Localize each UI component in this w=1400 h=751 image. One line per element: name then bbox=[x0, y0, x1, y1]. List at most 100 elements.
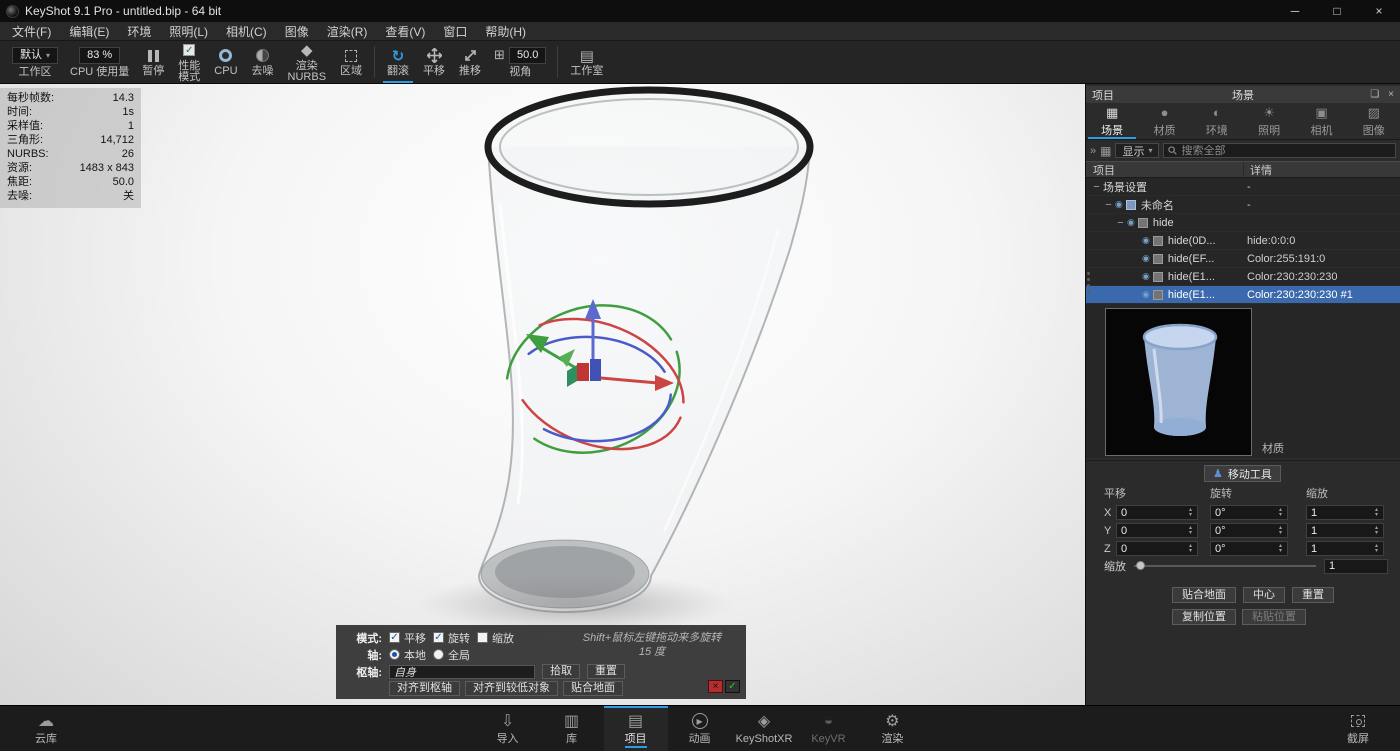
local-radio[interactable]: 本地 bbox=[389, 647, 426, 663]
menu-image[interactable]: 图像 bbox=[276, 23, 318, 40]
chevrons-icon[interactable]: » bbox=[1090, 145, 1096, 157]
tab-image[interactable]: ▨ 图像 bbox=[1348, 103, 1400, 139]
spinner-arrows-icon[interactable]: ▴▾ bbox=[1276, 508, 1285, 518]
visibility-eye-icon[interactable]: ◉ bbox=[1115, 199, 1123, 210]
slider-thumb[interactable] bbox=[1136, 561, 1145, 570]
cpu-button[interactable]: CPU bbox=[207, 41, 244, 83]
maximize-button[interactable]: □ bbox=[1316, 0, 1358, 22]
scale-y-input[interactable]: 1▴▾ bbox=[1306, 523, 1384, 538]
expander-icon[interactable]: − bbox=[1102, 199, 1115, 211]
menu-render[interactable]: 渲染(R) bbox=[318, 23, 377, 40]
rotate-x-input[interactable]: 0°▴▾ bbox=[1210, 505, 1288, 520]
tumble-button[interactable]: ↻ 翻滚 bbox=[380, 41, 416, 83]
tree-row-group[interactable]: − ◉ hide bbox=[1086, 214, 1400, 232]
scale-checkbox[interactable]: 缩放 bbox=[477, 630, 514, 646]
pick-button[interactable]: 拾取 bbox=[542, 664, 580, 679]
viewport-3d[interactable]: 每秒帧数:14.3 时间:1s 采样值:1 三角形:14,712 NURBS:2… bbox=[0, 84, 1085, 705]
render-nurbs-button[interactable]: ◆ 渲染NURBS bbox=[281, 41, 334, 83]
rotate-y-input[interactable]: 0°▴▾ bbox=[1210, 523, 1288, 538]
center-button[interactable]: 中心 bbox=[1243, 587, 1285, 603]
menu-view[interactable]: 查看(V) bbox=[376, 23, 434, 40]
rotate-z-input[interactable]: 0°▴▾ bbox=[1210, 541, 1288, 556]
scale-slider-value-input[interactable] bbox=[1324, 559, 1388, 574]
keyshotxr-button[interactable]: ◈ KeyShotXR bbox=[732, 706, 797, 751]
import-button[interactable]: ⇩ 导入 bbox=[476, 706, 540, 751]
spinner-arrows-icon[interactable]: ▴▾ bbox=[1186, 508, 1195, 518]
spinner-arrows-icon[interactable]: ▴▾ bbox=[1186, 526, 1195, 536]
float-panel-icon[interactable]: ❏ bbox=[1370, 89, 1379, 100]
region-button[interactable]: 区域 bbox=[333, 41, 369, 83]
paste-position-button[interactable]: 粘贴位置 bbox=[1242, 609, 1306, 625]
animation-button[interactable]: ▶ 动画 bbox=[668, 706, 732, 751]
tree-row-scene-settings[interactable]: − 场景设置 - bbox=[1086, 178, 1400, 196]
project-button[interactable]: ▤ 项目 bbox=[604, 706, 668, 751]
tab-material[interactable]: ● 材质 bbox=[1138, 103, 1190, 139]
scale-z-input[interactable]: 1▴▾ bbox=[1306, 541, 1384, 556]
menu-camera[interactable]: 相机(C) bbox=[217, 23, 276, 40]
panel-splitter-handle[interactable] bbox=[1087, 272, 1090, 293]
transform-gizmo[interactable] bbox=[455, 279, 735, 489]
column-item[interactable]: 项目 bbox=[1086, 162, 1244, 177]
move-tool-header-button[interactable]: ♟ 移动工具 bbox=[1204, 465, 1281, 482]
denoise-button[interactable]: 去噪 bbox=[245, 41, 281, 83]
translate-x-input[interactable]: 0▴▾ bbox=[1116, 505, 1198, 520]
cloud-library-button[interactable]: ☁ 云库 bbox=[14, 706, 78, 751]
rotate-checkbox[interactable]: ✓旋转 bbox=[433, 630, 470, 646]
tree-row-part[interactable]: ◉ hide(EF... Color:255:191:0 bbox=[1086, 250, 1400, 268]
list-view-icon[interactable]: ▦ bbox=[1100, 144, 1111, 158]
keyvr-button[interactable]: ◒ KeyVR bbox=[796, 706, 860, 751]
spinner-arrows-icon[interactable]: ▴▾ bbox=[1276, 526, 1285, 536]
close-panel-icon[interactable]: × bbox=[1388, 89, 1394, 100]
align-to-pivot-button[interactable]: 对齐到枢轴 bbox=[389, 681, 460, 696]
scale-x-input[interactable]: 1▴▾ bbox=[1306, 505, 1384, 520]
tab-lighting[interactable]: ☀ 照明 bbox=[1243, 103, 1295, 139]
workspace-selector[interactable]: 默认▾ 工作区 bbox=[6, 41, 64, 83]
render-button[interactable]: ⚙ 渲染 bbox=[860, 706, 924, 751]
spinner-arrows-icon[interactable]: ▴▾ bbox=[1186, 544, 1195, 554]
reset-pivot-button[interactable]: 重置 bbox=[587, 664, 625, 679]
tree-row-part[interactable]: ◉ hide(E1... Color:230:230:230 bbox=[1086, 268, 1400, 286]
library-button[interactable]: ▥ 库 bbox=[540, 706, 604, 751]
reset-button[interactable]: 重置 bbox=[1292, 587, 1334, 603]
visibility-eye-icon[interactable]: ◉ bbox=[1142, 289, 1150, 300]
fov-control[interactable]: ⊞50.0 视角 bbox=[488, 41, 552, 83]
menu-edit[interactable]: 编辑(E) bbox=[60, 23, 118, 40]
tab-camera[interactable]: ▣ 相机 bbox=[1295, 103, 1347, 139]
visibility-eye-icon[interactable]: ◉ bbox=[1142, 271, 1150, 282]
minimize-button[interactable]: ─ bbox=[1274, 0, 1316, 22]
translate-y-input[interactable]: 0▴▾ bbox=[1116, 523, 1198, 538]
column-detail[interactable]: 详情 bbox=[1244, 162, 1272, 178]
pivot-input[interactable] bbox=[389, 665, 535, 679]
spinner-arrows-icon[interactable]: ▴▾ bbox=[1372, 508, 1381, 518]
tree-row-part-selected[interactable]: ◉ hide(E1... Color:230:230:230 #1 bbox=[1086, 286, 1400, 304]
dolly-button[interactable]: 推移 bbox=[452, 41, 488, 83]
show-filter-button[interactable]: 显示 ▾ bbox=[1115, 143, 1159, 158]
menu-file[interactable]: 文件(F) bbox=[3, 23, 60, 40]
pause-button[interactable]: 暂停 bbox=[135, 41, 171, 83]
studio-button[interactable]: ▤ 工作室 bbox=[563, 41, 610, 83]
tab-scene[interactable]: ▦ 场景 bbox=[1086, 103, 1138, 139]
spinner-arrows-icon[interactable]: ▴▾ bbox=[1372, 544, 1381, 554]
visibility-eye-icon[interactable]: ◉ bbox=[1142, 235, 1150, 246]
tree-row-model[interactable]: − ◉ 未命名 - bbox=[1086, 196, 1400, 214]
align-to-lower-button[interactable]: 对齐到较低对象 bbox=[465, 681, 558, 696]
search-input[interactable] bbox=[1181, 145, 1391, 157]
menu-lighting[interactable]: 照明(L) bbox=[160, 23, 217, 40]
pan-button[interactable]: 平移 bbox=[416, 41, 452, 83]
global-radio[interactable]: 全局 bbox=[433, 647, 470, 663]
tree-row-part[interactable]: ◉ hide(0D... hide:0:0:0 bbox=[1086, 232, 1400, 250]
close-button[interactable]: × bbox=[1358, 0, 1400, 22]
visibility-eye-icon[interactable]: ◉ bbox=[1142, 253, 1150, 264]
translate-checkbox[interactable]: ✓平移 bbox=[389, 630, 426, 646]
expander-icon[interactable]: − bbox=[1090, 181, 1103, 193]
material-section-label[interactable]: 材质 bbox=[1262, 440, 1284, 456]
visibility-eye-icon[interactable]: ◉ bbox=[1127, 217, 1135, 228]
screenshot-button[interactable]: 截屏 bbox=[1326, 706, 1390, 751]
cpu-usage-selector[interactable]: 83 % CPU 使用量 bbox=[64, 41, 135, 83]
translate-z-input[interactable]: 0▴▾ bbox=[1116, 541, 1198, 556]
snap-to-ground-button[interactable]: 贴合地面 bbox=[1172, 587, 1236, 603]
spinner-arrows-icon[interactable]: ▴▾ bbox=[1276, 544, 1285, 554]
tab-environment[interactable]: ◐ 环境 bbox=[1191, 103, 1243, 139]
spinner-arrows-icon[interactable]: ▴▾ bbox=[1372, 526, 1381, 536]
menu-environment[interactable]: 环境 bbox=[118, 23, 160, 40]
